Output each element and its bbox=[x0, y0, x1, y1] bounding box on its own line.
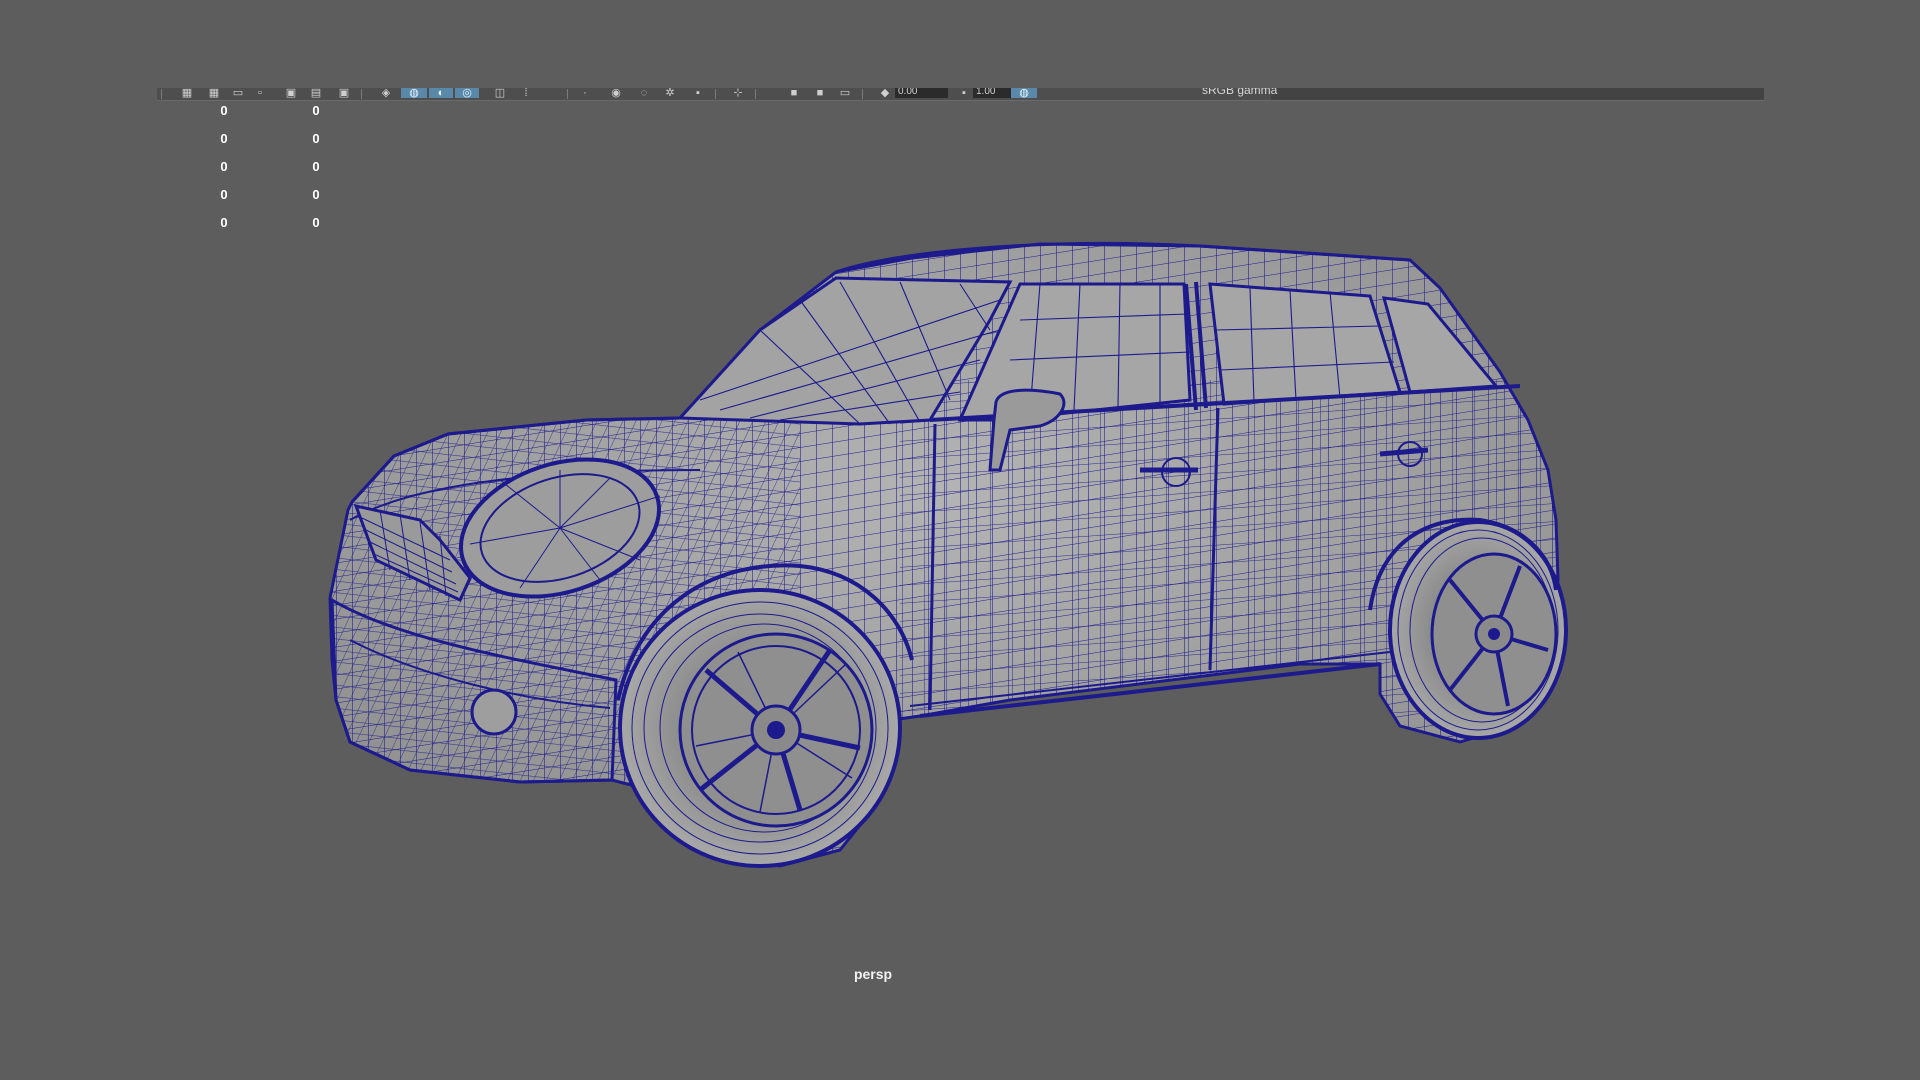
camera-name-label: persp bbox=[853, 966, 893, 982]
car-wireframe-model[interactable] bbox=[0, 0, 1920, 1080]
front-wheel bbox=[618, 588, 902, 868]
viewport-panel[interactable]: ▦ ▦ ▭ ▫ ▣ ▤ ▣ ◈ ◍ ◐ ◎ ◫ ⁞ · ◉ ◌ ✲ ▪ ⊹ ■ … bbox=[0, 0, 1920, 1080]
